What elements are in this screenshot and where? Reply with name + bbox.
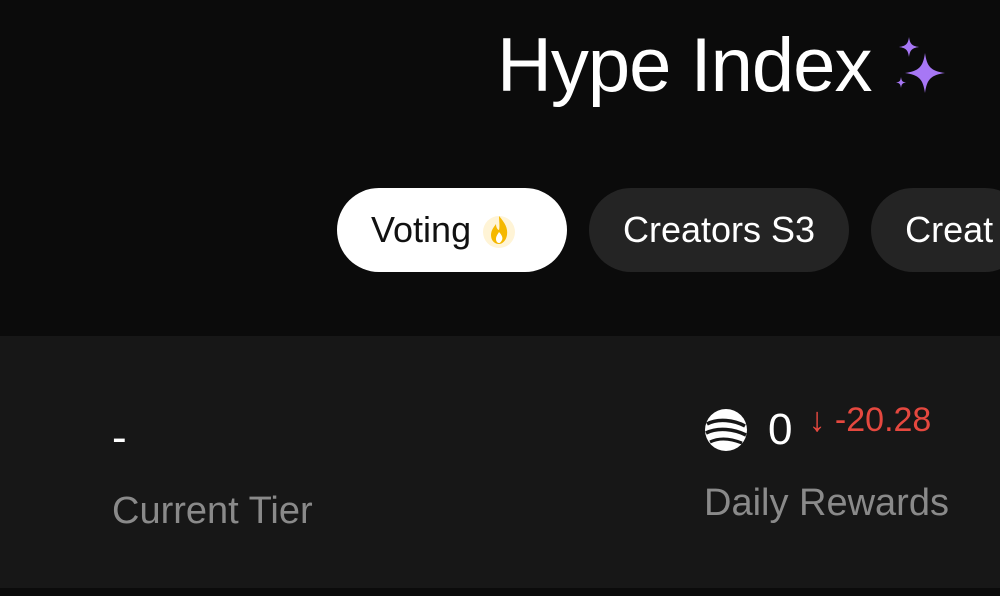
daily-rewards-delta: ↓ -20.28 (808, 401, 932, 439)
tab-voting-label: Voting (371, 209, 472, 250)
current-tier-stat: - Current Tier (112, 416, 313, 533)
tab-voting[interactable]: Voting (337, 188, 567, 272)
stats-panel: - Current Tier 0 ↓ -20.28 Daily Rewards (0, 336, 1000, 588)
current-tier-value: - (112, 413, 127, 462)
coin-icon (705, 409, 747, 451)
title-row: Hype Index (497, 28, 951, 104)
daily-rewards-value: 0 (768, 405, 793, 454)
current-tier-label: Current Tier (112, 490, 313, 532)
tab-bar: Voting Creators S3 Creat (337, 188, 1000, 272)
daily-rewards-stat: 0 ↓ -20.28 Daily Rewards (704, 403, 949, 525)
fire-icon (483, 216, 516, 248)
bottom-divider (0, 588, 1000, 596)
daily-rewards-label: Daily Rewards (704, 482, 949, 524)
tab-creators-next[interactable]: Creat (871, 188, 1000, 272)
tab-creators-s3[interactable]: Creators S3 (589, 188, 850, 272)
page-title: Hype Index (497, 23, 872, 108)
tab-creators-next-label: Creat (905, 209, 994, 250)
daily-rewards-value-row: 0 ↓ -20.28 (704, 403, 949, 454)
tab-creators-s3-label: Creators S3 (623, 209, 816, 250)
page-header: Hype Index Voting Creators S3 Creat (0, 0, 1000, 336)
sparkle-icon (896, 37, 946, 93)
